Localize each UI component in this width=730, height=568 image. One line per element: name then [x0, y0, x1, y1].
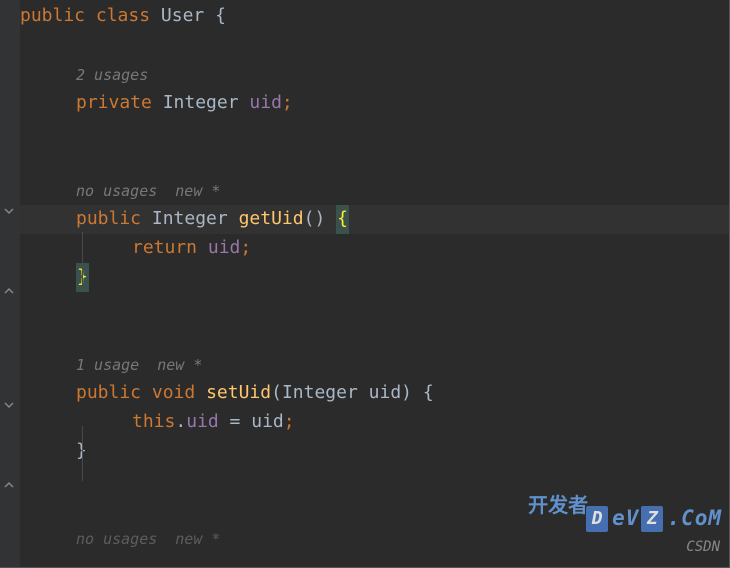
blank-line [20, 466, 730, 495]
usage-count-label: no usages [76, 179, 157, 203]
collapse-icon[interactable] [2, 477, 16, 491]
usage-count-label: no usages [76, 527, 157, 551]
collapse-icon[interactable] [2, 205, 16, 219]
parentheses: () [304, 205, 326, 234]
close-brace-line[interactable]: } [20, 263, 730, 292]
param-name: uid [369, 379, 402, 408]
keyword-public: public [20, 2, 85, 31]
blank-line [20, 321, 730, 350]
semicolon: ; [282, 89, 293, 118]
method-name: getUid [239, 205, 304, 234]
semicolon: ; [284, 408, 295, 437]
keyword-this: this [132, 408, 175, 437]
collapse-icon[interactable] [2, 399, 16, 413]
usage-hint[interactable]: no usages new * [20, 524, 730, 553]
paren-close: ) [401, 379, 412, 408]
blank-line [20, 147, 730, 176]
matched-brace: { [336, 205, 349, 234]
return-type-void: void [152, 379, 195, 408]
code-editor[interactable]: public class User { 2 usages private Int… [0, 0, 730, 568]
new-indicator-label: new * [175, 179, 220, 203]
keyword-private: private [76, 89, 152, 118]
usage-count-label: 1 usage [76, 353, 139, 377]
assignment-line[interactable]: this.uid = uid; [20, 408, 730, 437]
method-signature-line[interactable]: public Integer getUid() { [20, 205, 730, 234]
blank-line [20, 31, 730, 60]
semicolon: ; [240, 234, 251, 263]
usage-hint[interactable]: no usages new * [20, 176, 730, 205]
field-type: Integer [163, 89, 239, 118]
open-brace: { [423, 379, 434, 408]
rhs: uid [251, 408, 284, 437]
return-statement-line[interactable]: return uid; [20, 234, 730, 263]
code-area[interactable]: public class User { 2 usages private Int… [20, 0, 730, 568]
dot: . [175, 408, 186, 437]
class-declaration-line[interactable]: public class User { [20, 2, 730, 31]
field-name: uid [249, 89, 282, 118]
param-type: Integer [282, 379, 358, 408]
return-type: Integer [152, 205, 228, 234]
gutter [0, 0, 20, 568]
new-indicator-label: new * [157, 353, 202, 377]
keyword-public: public [76, 379, 141, 408]
field-ref: uid [186, 408, 219, 437]
keyword-public: public [76, 205, 141, 234]
open-brace: { [215, 2, 226, 31]
method-signature-line[interactable]: public void setUid(Integer uid) { [20, 379, 730, 408]
class-name: User [161, 2, 204, 31]
blank-line [20, 118, 730, 147]
field-declaration-line[interactable]: private Integer uid; [20, 89, 730, 118]
new-indicator-label: new * [175, 527, 220, 551]
keyword-class: class [96, 2, 150, 31]
keyword-return: return [132, 234, 197, 263]
equals: = [219, 408, 252, 437]
method-name: setUid [206, 379, 271, 408]
paren-open: ( [271, 379, 282, 408]
blank-line [20, 292, 730, 321]
usage-count-label: 2 usages [76, 63, 148, 87]
blank-line [20, 495, 730, 524]
usage-hint[interactable]: 1 usage new * [20, 350, 730, 379]
close-brace-line[interactable]: } [20, 437, 730, 466]
return-value: uid [208, 234, 241, 263]
usage-hint[interactable]: 2 usages [20, 60, 730, 89]
collapse-icon[interactable] [2, 283, 16, 297]
